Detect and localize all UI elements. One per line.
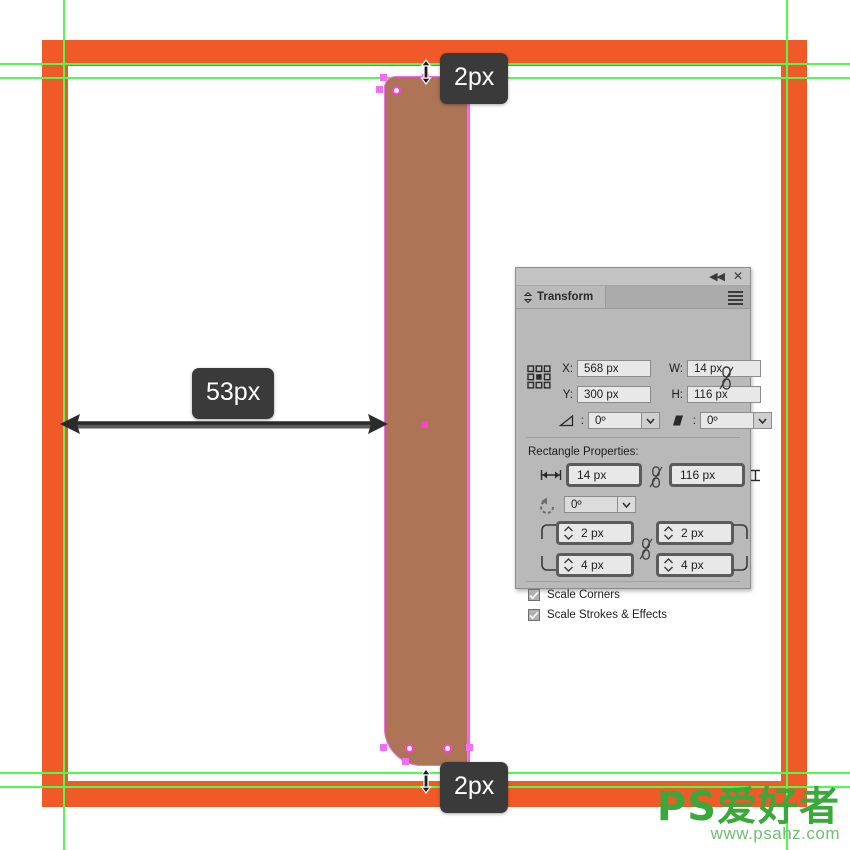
rotate-combo[interactable]: 0º (588, 412, 660, 429)
move-vertical-cursor-bottom (420, 768, 432, 794)
corner-bottom-right-stepper[interactable]: 4 px (656, 553, 734, 577)
scale-corners-checkbox[interactable] (528, 589, 540, 601)
rotate-icon (540, 497, 554, 514)
chevron-down-icon-rect-angle[interactable] (618, 496, 636, 513)
x-input[interactable]: 568 px (577, 360, 651, 377)
corner-bottom-right-arrows[interactable] (659, 556, 677, 574)
y-label: Y: (562, 388, 573, 401)
rotate-input[interactable]: 0º (588, 412, 642, 429)
rect-angle-combo[interactable]: 0º (564, 496, 636, 513)
broken-link-icon-size[interactable] (649, 465, 663, 489)
scale-strokes-effects-label: Scale Strokes & Effects (547, 609, 667, 621)
panel-tab-row: Transform (516, 286, 750, 309)
vertical-height-icon (751, 469, 760, 482)
anchor-point-bottom-right[interactable] (443, 744, 452, 753)
guide-vertical-right[interactable] (786, 0, 788, 850)
corner-top-left-value: 2 px (581, 526, 604, 540)
corner-bottom-left-icon (541, 556, 556, 571)
anchor-point-bottom-left[interactable] (405, 744, 414, 753)
move-vertical-cursor-top (420, 59, 432, 85)
shear-input[interactable]: 0º (700, 412, 754, 429)
rect-angle-input[interactable]: 0º (564, 496, 618, 513)
anchor-handle-bottom-right[interactable] (466, 744, 473, 751)
smart-guide-label-top: 2px (440, 53, 509, 104)
rectangle-properties-title: Rectangle Properties: (528, 446, 639, 458)
h-label: H: (671, 388, 684, 401)
y-input[interactable]: 300 px (577, 386, 651, 403)
corner-bottom-right-icon (733, 556, 748, 571)
transform-panel[interactable]: ◀◀ ✕ Transform X: 568 px W: 14 px Y: 300… (515, 267, 772, 621)
collapse-panel-icon[interactable]: ◀◀ (709, 270, 725, 283)
chevron-down-icon-rotate[interactable] (642, 412, 660, 429)
scale-corners-row[interactable]: Scale Corners (528, 589, 620, 601)
smart-guide-label-width: 53px (192, 368, 275, 419)
shear-angle-icon (673, 415, 683, 426)
shape-center-point (421, 421, 428, 428)
shape-right-path-segment (468, 76, 470, 766)
corner-top-right-stepper[interactable]: 2 px (656, 521, 734, 545)
corner-bottom-left-stepper[interactable]: 4 px (556, 553, 634, 577)
watermark-main-text: PS爱好者 (656, 784, 840, 830)
w-label: W: (669, 362, 683, 375)
corner-bottom-left-value: 4 px (581, 558, 604, 572)
anchor-handle-left-upper[interactable] (376, 86, 383, 93)
corner-top-left-arrows[interactable] (559, 524, 577, 542)
tab-transform-label: Transform (537, 291, 594, 303)
panel-menu-icon[interactable] (728, 291, 743, 305)
anchor-handle-bottom-left[interactable] (380, 744, 387, 751)
corner-top-right-icon (733, 524, 748, 539)
reference-point-widget[interactable] (527, 365, 551, 389)
corner-top-left-icon (541, 524, 556, 539)
watermark: PS爱好者 www.psahz.com (657, 787, 840, 842)
shear-combo[interactable]: 0º (700, 412, 772, 429)
corner-top-right-value: 2 px (681, 526, 704, 540)
chevron-down-icon-shear[interactable] (754, 412, 772, 429)
rotate-colon: : (580, 414, 584, 427)
corner-bottom-right-value: 4 px (681, 558, 704, 572)
scale-corners-label: Scale Corners (547, 589, 620, 601)
panel-separator-1 (526, 437, 740, 438)
x-label: X: (562, 362, 573, 375)
panel-titlebar: ◀◀ ✕ (516, 268, 750, 286)
broken-link-icon-wh[interactable] (719, 365, 734, 391)
scale-strokes-effects-checkbox[interactable] (528, 609, 540, 621)
corner-top-right-arrows[interactable] (659, 524, 677, 542)
anchor-handle-top-left[interactable] (380, 74, 387, 81)
illustrator-canvas: 2px 2px 53px ◀◀ ✕ Transform X: 568 px W:… (0, 0, 850, 850)
tab-transform[interactable]: Transform (516, 286, 607, 308)
smart-guide-label-bottom: 2px (440, 762, 509, 813)
shear-colon: : (692, 414, 696, 427)
scale-strokes-effects-row[interactable]: Scale Strokes & Effects (528, 609, 667, 621)
selected-rectangle-shape[interactable] (376, 74, 473, 766)
corner-bottom-left-arrows[interactable] (559, 556, 577, 574)
panel-body: X: 568 px W: 14 px Y: 300 px H: 116 px:… (516, 309, 772, 621)
broken-link-icon-corners[interactable] (639, 537, 653, 561)
horizontal-width-icon (540, 470, 562, 480)
anchor-point-top-left[interactable] (392, 86, 401, 95)
close-icon[interactable]: ✕ (733, 269, 743, 283)
rect-width-input[interactable]: 14 px (566, 463, 642, 487)
rotate-angle-icon (559, 414, 574, 427)
tab-grip-icon (524, 291, 532, 303)
rect-height-input[interactable]: 116 px (669, 463, 745, 487)
anchor-handle-bottom-mid[interactable] (402, 758, 409, 765)
corner-top-left-stepper[interactable]: 2 px (556, 521, 634, 545)
artboard-frame-right (781, 40, 807, 807)
panel-separator-2 (526, 581, 740, 582)
row-rotate-shear: : 0º : 0º (559, 412, 772, 429)
